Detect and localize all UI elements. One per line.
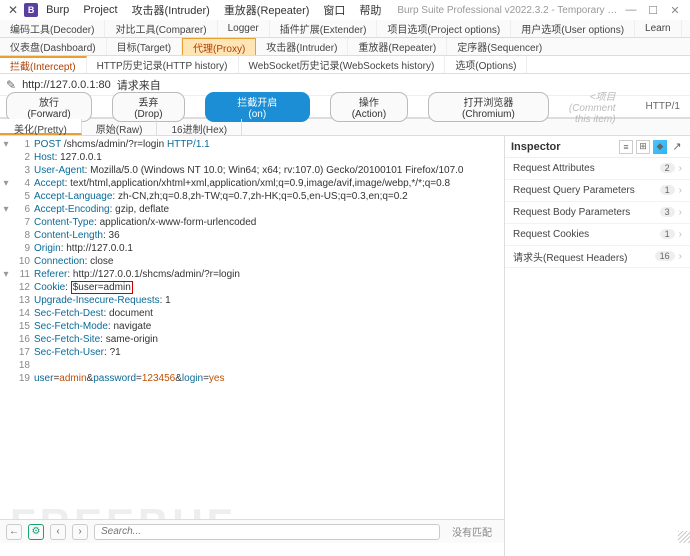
chevron-right-icon: › <box>679 251 682 262</box>
request-url-label: 请求来自 <box>117 77 161 93</box>
forward-button[interactable]: 放行(Forward) <box>6 92 92 122</box>
inspector-title: Inspector <box>511 141 613 153</box>
open-browser-button[interactable]: 打开浏览器(Chromium) <box>428 92 549 122</box>
count-badge: 3 <box>660 207 675 217</box>
tab-extender[interactable]: 插件扩展(Extender) <box>270 20 378 37</box>
http-version-label: HTTP/1 <box>646 101 684 112</box>
main-area: ▾▾▾▾ 12345678910111213141516171819 POST … <box>0 136 690 556</box>
inspector-header: Inspector ≡ ⊞ ◆ ↗ <box>505 136 690 158</box>
action-button[interactable]: 操作(Action) <box>330 92 408 122</box>
resize-handle-icon[interactable] <box>678 531 690 543</box>
subtab-intercept[interactable]: 拦截(Intercept) <box>0 56 87 73</box>
tab-sequencer[interactable]: 定序器(Sequencer) <box>447 38 552 55</box>
editor-search-bar: ← ⚙ ‹ › 没有匹配 <box>0 519 504 543</box>
cube-icon[interactable]: ◆ <box>653 140 667 154</box>
tab-autorize[interactable]: Autoriz <box>682 20 690 37</box>
search-settings-icon[interactable]: ⚙ <box>28 524 44 540</box>
count-badge: 16 <box>655 251 675 261</box>
window-title: Burp Suite Professional v2022.3.2 - Temp… <box>397 5 622 16</box>
count-badge: 1 <box>660 229 675 239</box>
chevron-right-icon[interactable]: › <box>72 524 88 540</box>
chevron-left-icon[interactable]: ‹ <box>50 524 66 540</box>
search-input[interactable] <box>94 524 440 540</box>
close-window-icon[interactable]: ✕ <box>668 3 682 17</box>
request-editor[interactable]: ▾▾▾▾ 12345678910111213141516171819 POST … <box>0 136 504 556</box>
search-status: 没有匹配 <box>446 524 498 539</box>
menu-project[interactable]: Project <box>77 2 123 18</box>
line-number-gutter: 12345678910111213141516171819 <box>12 136 30 385</box>
inspector-row[interactable]: 请求头(Request Headers) 16 › <box>505 246 690 268</box>
close-tab-icon[interactable]: ✕ <box>4 3 22 17</box>
count-badge: 2 <box>660 163 675 173</box>
chevron-right-icon: › <box>679 229 682 240</box>
inspector-row-label: Request Cookies <box>513 229 589 240</box>
request-code[interactable]: POST /shcms/admin/?r=login HTTP/1.1Host:… <box>34 136 504 385</box>
view-hex[interactable]: 16进制(Hex) <box>157 119 242 135</box>
tab-decoder[interactable]: 编码工具(Decoder) <box>0 20 105 37</box>
view-pretty[interactable]: 美化(Pretty) <box>0 119 82 135</box>
view-raw[interactable]: 原始(Raw) <box>82 119 158 135</box>
tab-repeater[interactable]: 重放器(Repeater) <box>348 38 447 55</box>
inspector-row[interactable]: Request Query Parameters 1 › <box>505 180 690 202</box>
search-nav-icon[interactable]: ← <box>6 524 22 540</box>
subtab-options[interactable]: 选项(Options) <box>445 56 527 73</box>
tab-proxy[interactable]: 代理(Proxy) <box>182 38 256 55</box>
tab-project-options[interactable]: 项目选项(Project options) <box>377 20 511 37</box>
menu-window[interactable]: 窗口 <box>317 0 351 20</box>
comment-field[interactable]: <项目(Comment this item) <box>569 88 626 125</box>
menu-burp[interactable]: Burp <box>40 2 75 18</box>
intercept-toggle-button[interactable]: 拦截开启(on) <box>205 92 310 122</box>
tool-tabs-row1: 编码工具(Decoder) 对比工具(Comparer) Logger 插件扩展… <box>0 20 690 38</box>
request-url: http://127.0.0.1:80 <box>22 79 111 91</box>
tab-logger[interactable]: Logger <box>218 20 270 37</box>
menu-intruder[interactable]: 攻击器(Intruder) <box>126 0 216 20</box>
inspector-row[interactable]: Request Cookies 1 › <box>505 224 690 246</box>
menu-repeater[interactable]: 重放器(Repeater) <box>218 0 316 20</box>
tab-user-options[interactable]: 用户选项(User options) <box>511 20 635 37</box>
inspector-panel: Inspector ≡ ⊞ ◆ ↗ Request Attributes2›Re… <box>504 136 690 556</box>
inspector-row-label: Request Query Parameters <box>513 185 635 196</box>
tab-learn[interactable]: Learn <box>635 20 682 37</box>
fold-gutter[interactable]: ▾▾▾▾ <box>0 136 12 385</box>
inspector-row[interactable]: Request Body Parameters 3 › <box>505 202 690 224</box>
maximize-icon[interactable]: ☐ <box>646 3 660 17</box>
minimize-icon[interactable]: — <box>624 3 638 17</box>
chevron-right-icon: › <box>679 163 682 174</box>
intercept-toolbar: 放行(Forward) 丢弃(Drop) 拦截开启(on) 操作(Action)… <box>0 96 690 118</box>
view-list-icon[interactable]: ≡ <box>619 140 633 154</box>
drop-button[interactable]: 丢弃(Drop) <box>112 92 185 122</box>
tab-target[interactable]: 目标(Target) <box>107 38 182 55</box>
expand-icon[interactable]: ↗ <box>670 140 684 154</box>
inspector-row-label: 请求头(Request Headers) <box>513 249 627 264</box>
subtab-http-history[interactable]: HTTP历史记录(HTTP history) <box>87 56 239 73</box>
inspector-row-label: Request Attributes <box>513 163 595 174</box>
tool-tabs-row2: 仪表盘(Dashboard) 目标(Target) 代理(Proxy) 攻击器(… <box>0 38 690 56</box>
count-badge: 1 <box>660 185 675 195</box>
inspector-row-label: Request Body Parameters <box>513 207 630 218</box>
chevron-right-icon: › <box>679 207 682 218</box>
tab-intruder[interactable]: 攻击器(Intruder) <box>256 38 348 55</box>
chevron-right-icon: › <box>679 185 682 196</box>
burp-logo-icon: B <box>24 3 38 17</box>
tab-comparer[interactable]: 对比工具(Comparer) <box>105 20 217 37</box>
subtab-ws-history[interactable]: WebSocket历史记录(WebSockets history) <box>239 56 446 73</box>
title-bar: ✕ B Burp Project 攻击器(Intruder) 重放器(Repea… <box>0 0 690 20</box>
inspector-row[interactable]: Request Attributes 2 › <box>505 158 690 180</box>
tab-dashboard[interactable]: 仪表盘(Dashboard) <box>0 38 107 55</box>
view-grid-icon[interactable]: ⊞ <box>636 140 650 154</box>
menu-help[interactable]: 帮助 <box>353 0 387 20</box>
edit-icon[interactable]: ✎ <box>6 78 16 92</box>
proxy-subtabs: 拦截(Intercept) HTTP历史记录(HTTP history) Web… <box>0 56 690 74</box>
